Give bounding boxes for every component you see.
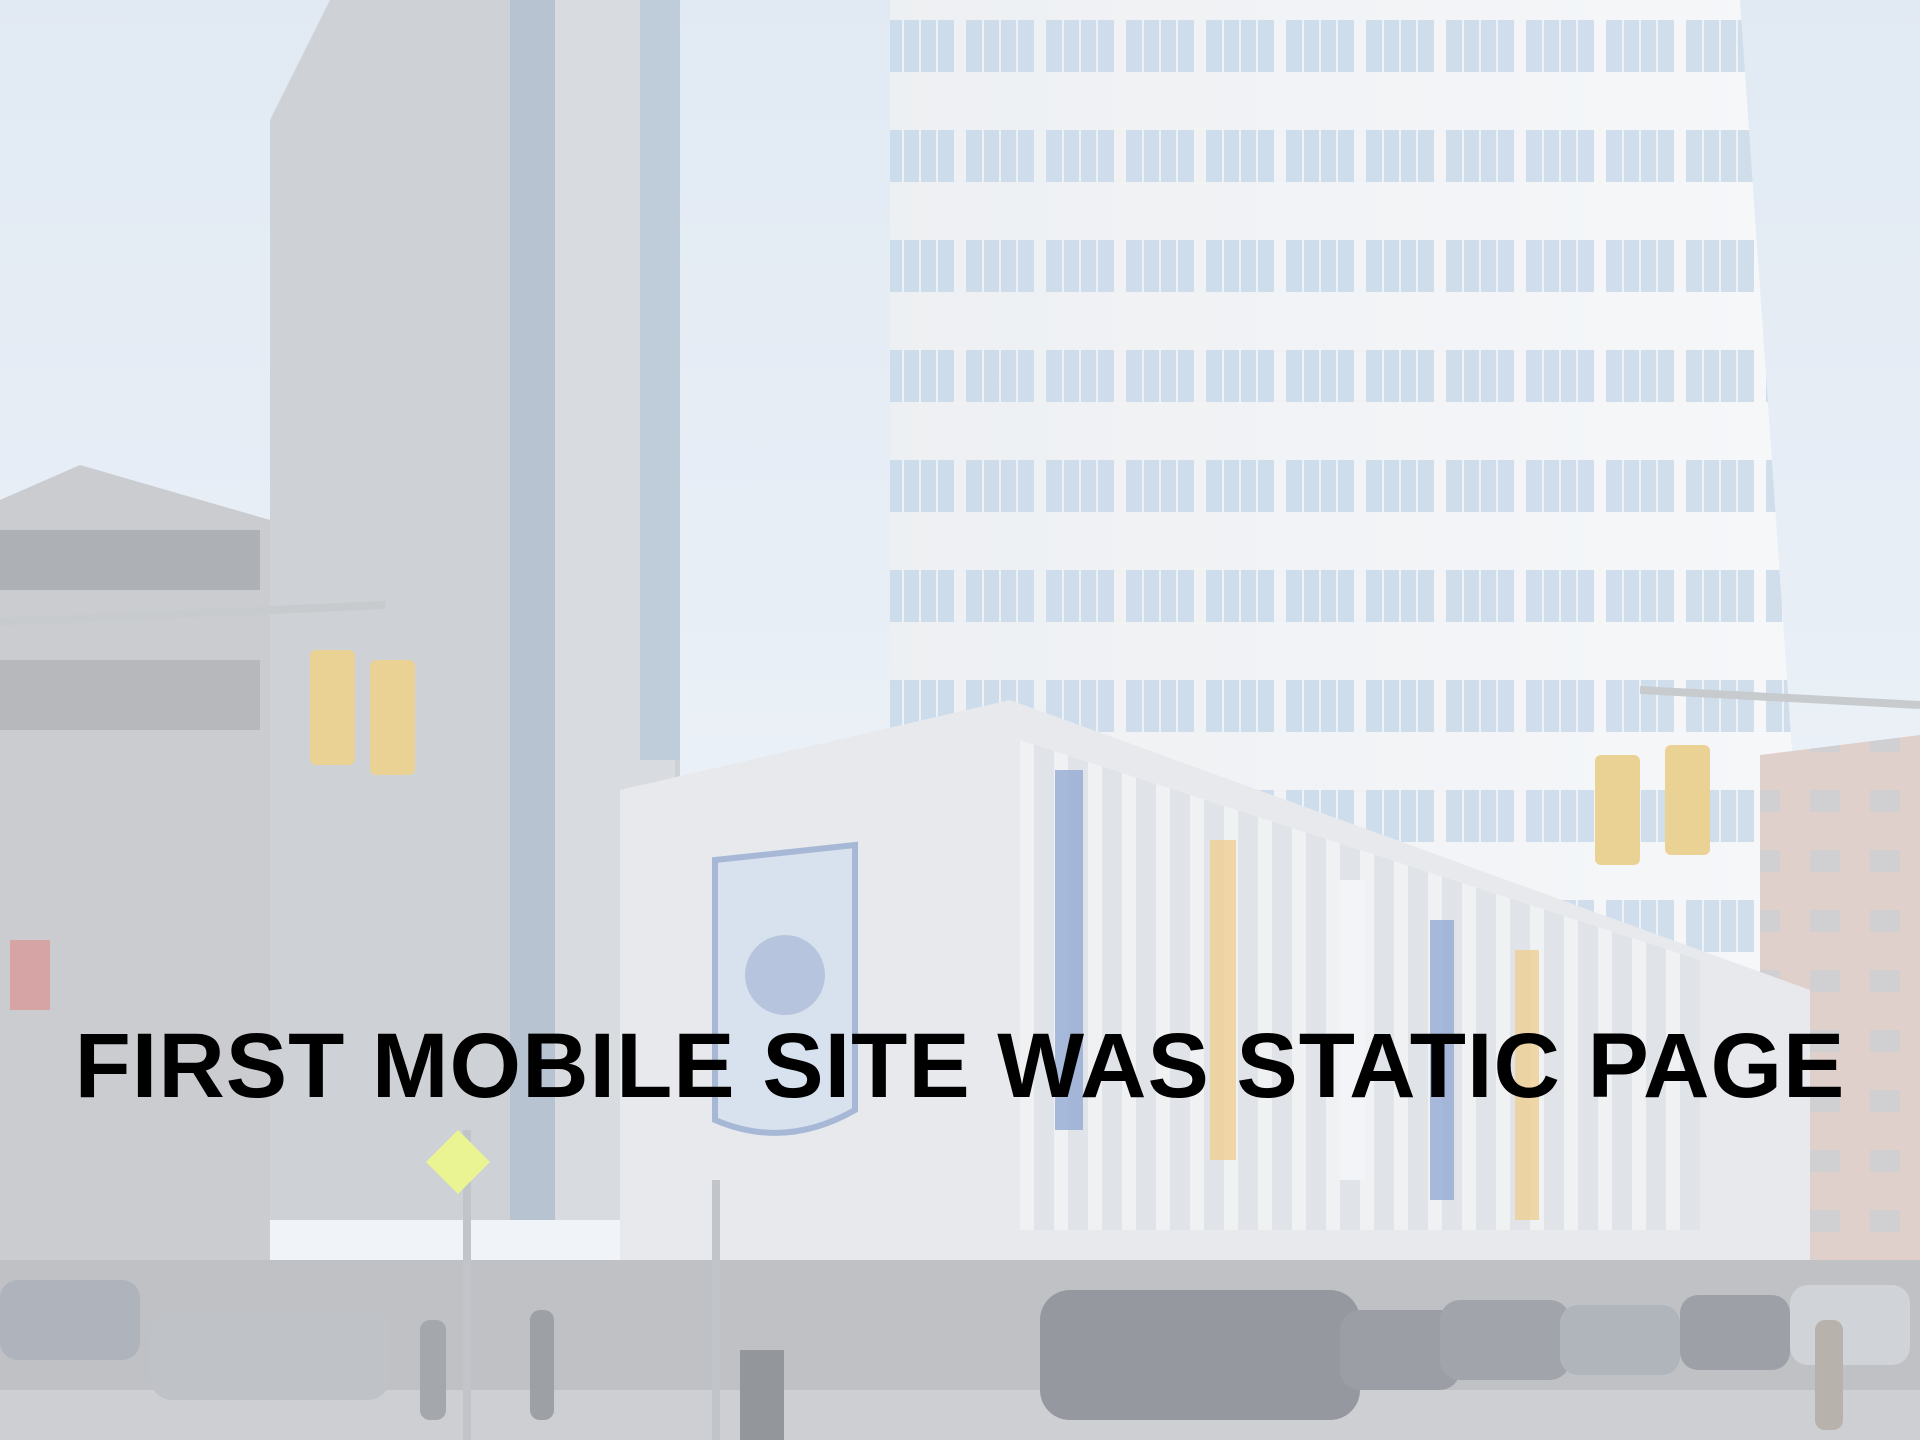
- slide: FIRST MOBILE SITE WAS STATIC PAGE: [0, 0, 1920, 1440]
- light-overlay: [0, 0, 1920, 1440]
- slide-title: FIRST MOBILE SITE WAS STATIC PAGE: [74, 1015, 1846, 1117]
